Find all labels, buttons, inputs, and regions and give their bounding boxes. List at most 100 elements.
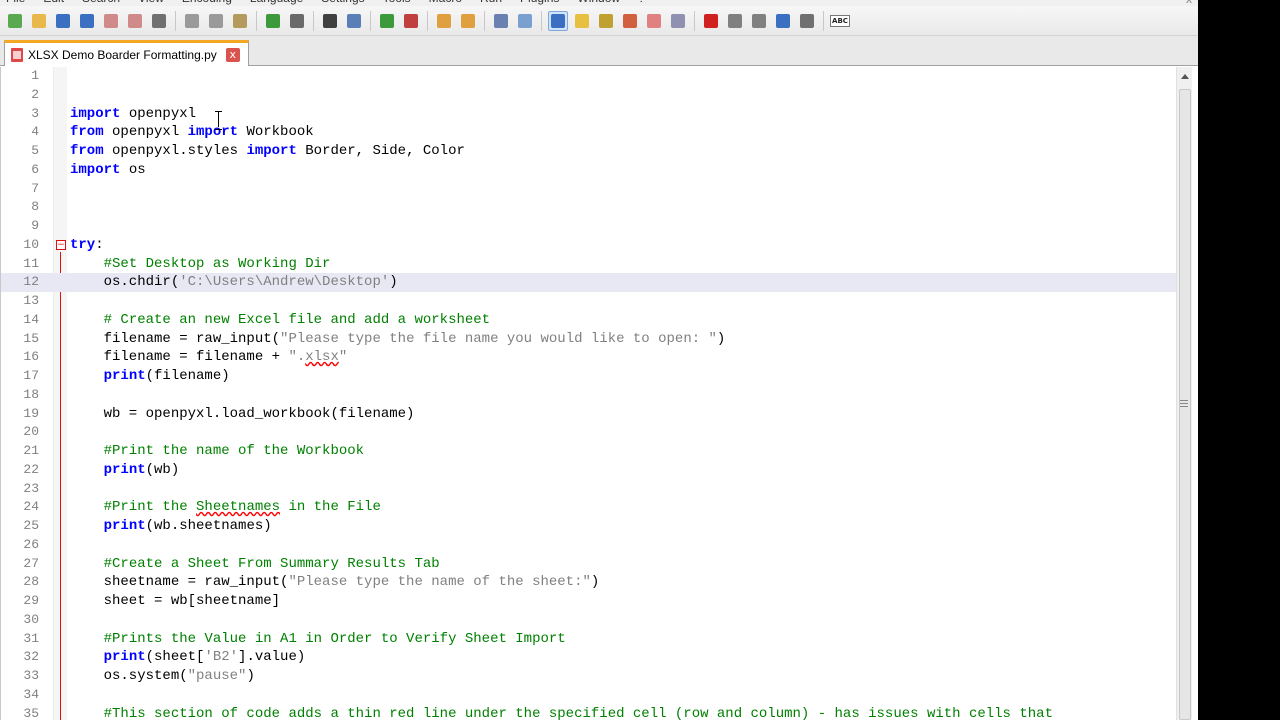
find-button[interactable] bbox=[320, 11, 340, 31]
record-macro-button[interactable] bbox=[701, 11, 721, 31]
menu-item-view[interactable]: View bbox=[138, 0, 164, 5]
line-number: 15 bbox=[23, 330, 39, 346]
code-line[interactable]: 29 sheet = wb[sheetname] bbox=[1, 592, 1177, 611]
redo-button[interactable] bbox=[287, 11, 307, 31]
code-line[interactable]: 20 bbox=[1, 423, 1177, 442]
string-token: 'C:\Users\Andrew\Desktop' bbox=[179, 274, 390, 291]
code-line[interactable]: 28 sheetname = raw_input("Please type th… bbox=[1, 573, 1177, 592]
menu-item-macro[interactable]: Macro bbox=[429, 0, 462, 5]
scroll-up-icon[interactable] bbox=[1177, 67, 1193, 85]
menu-item-file[interactable]: File bbox=[6, 0, 25, 5]
menu-item-window[interactable]: Window bbox=[577, 0, 620, 5]
close-icon bbox=[104, 13, 118, 28]
play-macro-icon bbox=[752, 13, 766, 28]
tab-close-icon[interactable]: x bbox=[225, 47, 240, 62]
code-line[interactable]: 14 # Create an new Excel file and add a … bbox=[1, 311, 1177, 330]
menu-item-run[interactable]: Run bbox=[480, 0, 502, 5]
vertical-scrollbar[interactable] bbox=[1176, 67, 1192, 720]
menu-item-settings[interactable]: Settings bbox=[321, 0, 364, 5]
play-macro-button[interactable] bbox=[749, 11, 769, 31]
code-line[interactable]: 16 filename = filename + ".xlsx" bbox=[1, 348, 1177, 367]
code-line[interactable]: 34 bbox=[1, 686, 1177, 705]
save-button[interactable] bbox=[53, 11, 73, 31]
folder-workspace-button[interactable] bbox=[644, 11, 664, 31]
code-line[interactable]: 25 print(wb.sheetnames) bbox=[1, 517, 1177, 536]
toolbar-separator bbox=[427, 10, 428, 31]
menu-item-edit[interactable]: Edit bbox=[43, 0, 64, 5]
zoom-out-button[interactable] bbox=[401, 11, 421, 31]
code-lines[interactable]: 1 2 3 import openpyxl 4 from openpyxl import … bbox=[1, 67, 1177, 720]
spell-check-button[interactable]: ABC bbox=[830, 11, 850, 31]
code-line[interactable]: 19 wb = openpyxl.load_workbook(filename) bbox=[1, 405, 1177, 424]
tab-xlsx-demo-boarder-formatting[interactable]: XLSX Demo Boarder Formatting.py x bbox=[4, 40, 249, 66]
indent-guide-button[interactable] bbox=[548, 10, 568, 31]
copy-button[interactable] bbox=[206, 11, 226, 31]
code-line[interactable]: 23 bbox=[1, 480, 1177, 499]
monitoring-button[interactable] bbox=[668, 11, 688, 31]
keyword-token: from bbox=[70, 124, 104, 141]
code-line[interactable]: 30 bbox=[1, 611, 1177, 630]
code-line[interactable]: 11 #Set Desktop as Working Dir bbox=[1, 255, 1177, 274]
zoom-in-button[interactable] bbox=[377, 11, 397, 31]
code-line[interactable]: 6 import os bbox=[1, 161, 1177, 180]
doc-map-button[interactable] bbox=[596, 11, 616, 31]
code-line[interactable]: 9 bbox=[1, 217, 1177, 236]
save-all-button[interactable] bbox=[77, 11, 97, 31]
code-line[interactable]: 31 #Prints the Value in A1 in Order to V… bbox=[1, 630, 1177, 649]
current-code-line[interactable]: 12 os.chdir('C:\Users\Andrew\Desktop') bbox=[1, 273, 1177, 292]
sync-horizontal-button[interactable] bbox=[458, 11, 478, 31]
replace-button[interactable] bbox=[344, 11, 364, 31]
menu-item-encoding[interactable]: Encoding bbox=[182, 0, 232, 5]
code-line[interactable]: 18 bbox=[1, 386, 1177, 405]
code-text: #Set Desktop as Working Dir bbox=[70, 255, 331, 274]
sync-vertical-button[interactable] bbox=[434, 11, 454, 31]
code-line[interactable]: 8 bbox=[1, 198, 1177, 217]
paste-button[interactable] bbox=[230, 11, 250, 31]
close-button[interactable] bbox=[101, 11, 121, 31]
show-all-chars-button[interactable] bbox=[515, 11, 535, 31]
code-line[interactable]: 15 filename = raw_input("Please type the… bbox=[1, 330, 1177, 349]
user-language-button[interactable] bbox=[572, 11, 592, 31]
code-token: ) bbox=[590, 574, 600, 591]
code-line[interactable]: 32 print(sheet['B2'].value) bbox=[1, 648, 1177, 667]
run-macro-multiple-button[interactable] bbox=[773, 11, 793, 31]
undo-button[interactable] bbox=[263, 11, 283, 31]
save-macro-button[interactable] bbox=[797, 11, 817, 31]
new-file-button[interactable] bbox=[5, 11, 25, 31]
open-file-button[interactable] bbox=[29, 11, 49, 31]
code-line[interactable]: 7 bbox=[1, 180, 1177, 199]
code-token: os bbox=[120, 161, 146, 178]
code-line[interactable]: 33 os.system("pause") bbox=[1, 667, 1177, 686]
code-line[interactable]: 1 bbox=[1, 67, 1177, 86]
code-line[interactable]: 21 #Print the name of the Workbook bbox=[1, 442, 1177, 461]
code-line[interactable]: 5 from openpyxl.styles import Border, Sid… bbox=[1, 142, 1177, 161]
stop-macro-button[interactable] bbox=[725, 11, 745, 31]
line-number: 23 bbox=[23, 480, 39, 496]
menu-item-search[interactable]: Search bbox=[82, 0, 120, 5]
code-editor[interactable]: − 1 2 3 import openpyxl 4 from openpyxl impor… bbox=[0, 67, 1198, 720]
code-token: (filename) bbox=[145, 368, 230, 384]
code-line[interactable]: 13 bbox=[1, 292, 1177, 311]
code-token: sheet = wb[sheetname] bbox=[70, 593, 281, 609]
code-line[interactable]: 26 bbox=[1, 536, 1177, 555]
code-line[interactable]: 3 import openpyxl bbox=[1, 105, 1177, 124]
code-line[interactable]: 17 print(filename) bbox=[1, 367, 1177, 386]
menu-item-[interactable]: ? bbox=[638, 0, 645, 5]
code-line[interactable]: 4 from openpyxl import Workbook bbox=[1, 123, 1177, 142]
comment-token: #This section of code adds a thin red li… bbox=[103, 705, 1053, 720]
close-all-button[interactable] bbox=[125, 11, 145, 31]
menu-item-plugins[interactable]: Plugins bbox=[520, 0, 559, 5]
menu-item-language[interactable]: Language bbox=[250, 0, 303, 5]
print-button[interactable] bbox=[149, 11, 169, 31]
code-line[interactable]: 22 print(wb) bbox=[1, 461, 1177, 480]
cut-button[interactable] bbox=[182, 11, 202, 31]
menu-item-tools[interactable]: Tools bbox=[383, 0, 411, 5]
code-line[interactable]: 35 #This section of code adds a thin red… bbox=[1, 705, 1177, 720]
code-line[interactable]: 24 #Print the Sheetnames in the File bbox=[1, 498, 1177, 517]
code-line[interactable]: 10 try: bbox=[1, 236, 1177, 255]
code-line[interactable]: 27 #Create a Sheet From Summary Results … bbox=[1, 555, 1177, 574]
word-wrap-button[interactable] bbox=[491, 11, 511, 31]
code-line[interactable]: 2 bbox=[1, 86, 1177, 105]
function-list-button[interactable] bbox=[620, 11, 640, 31]
